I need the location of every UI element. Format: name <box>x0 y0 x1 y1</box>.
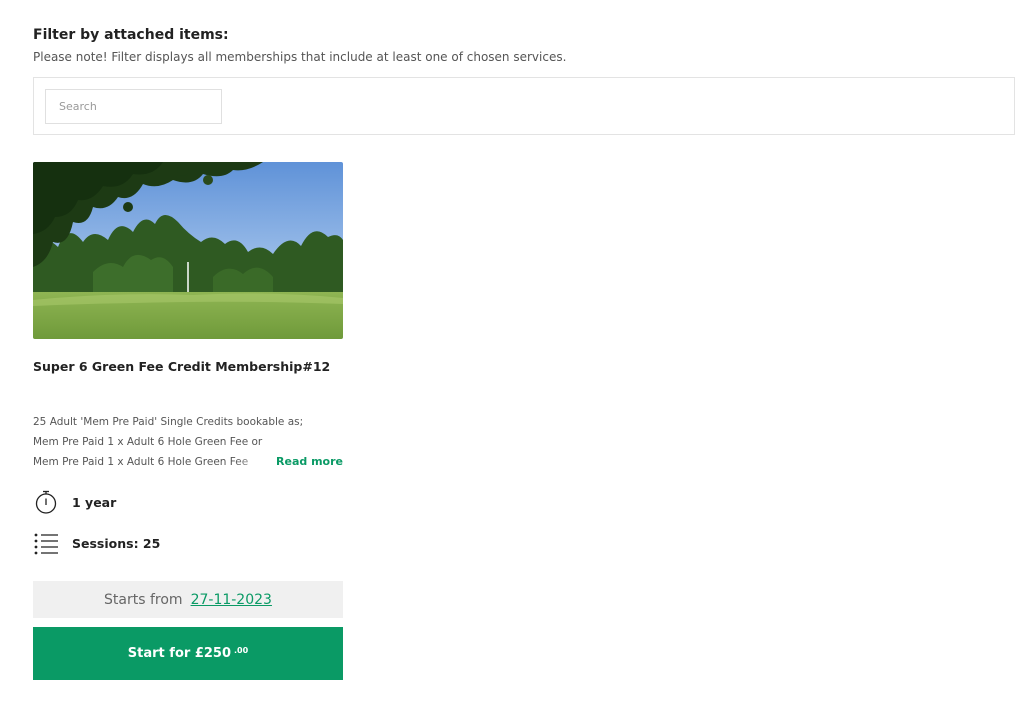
search-input[interactable] <box>45 89 222 124</box>
start-button-label: Start for £250 <box>127 646 232 661</box>
filter-panel <box>33 77 1015 135</box>
read-more-link[interactable]: Read more <box>276 452 343 472</box>
description-line: Mem Pre Paid 1 x Adult 6 Hole Green Fee … <box>33 436 263 448</box>
description-line: 25 Adult 'Mem Pre Paid' Single Credits b… <box>33 416 304 428</box>
filter-title: Filter by attached items: <box>33 27 229 43</box>
sessions-text: Sessions: 25 <box>72 535 161 551</box>
filter-note: Please note! Filter displays all members… <box>33 50 567 64</box>
duration-row: 1 year <box>33 489 116 515</box>
membership-page: Filter by attached items: Please note! F… <box>0 0 1024 711</box>
membership-description: 25 Adult 'Mem Pre Paid' Single Credits b… <box>33 412 343 472</box>
sessions-row: Sessions: 25 <box>33 530 160 556</box>
membership-card: Super 6 Green Fee Credit Membership#12 2… <box>33 162 343 680</box>
start-membership-button[interactable]: Start for £250 .00 <box>33 627 343 680</box>
membership-title: Super 6 Green Fee Credit Membership#12 <box>33 359 331 374</box>
description-line: Mem Pre Paid 1 x Adult 6 Hole Green Fee <box>33 456 249 468</box>
membership-image <box>33 162 343 339</box>
stopwatch-icon <box>35 490 57 514</box>
list-icon <box>34 533 58 555</box>
description-line-truncated: Mem Pre Paid 1 x Adult 6 Hole Green Fee … <box>33 452 343 472</box>
starts-from-label: Starts from <box>104 591 183 608</box>
starts-from-date-link[interactable]: 27-11-2023 <box>191 592 272 608</box>
starts-from-box: Starts from 27-11-2023 <box>33 581 343 618</box>
duration-text: 1 year <box>72 494 117 510</box>
start-button-cents: .00 <box>234 646 249 655</box>
